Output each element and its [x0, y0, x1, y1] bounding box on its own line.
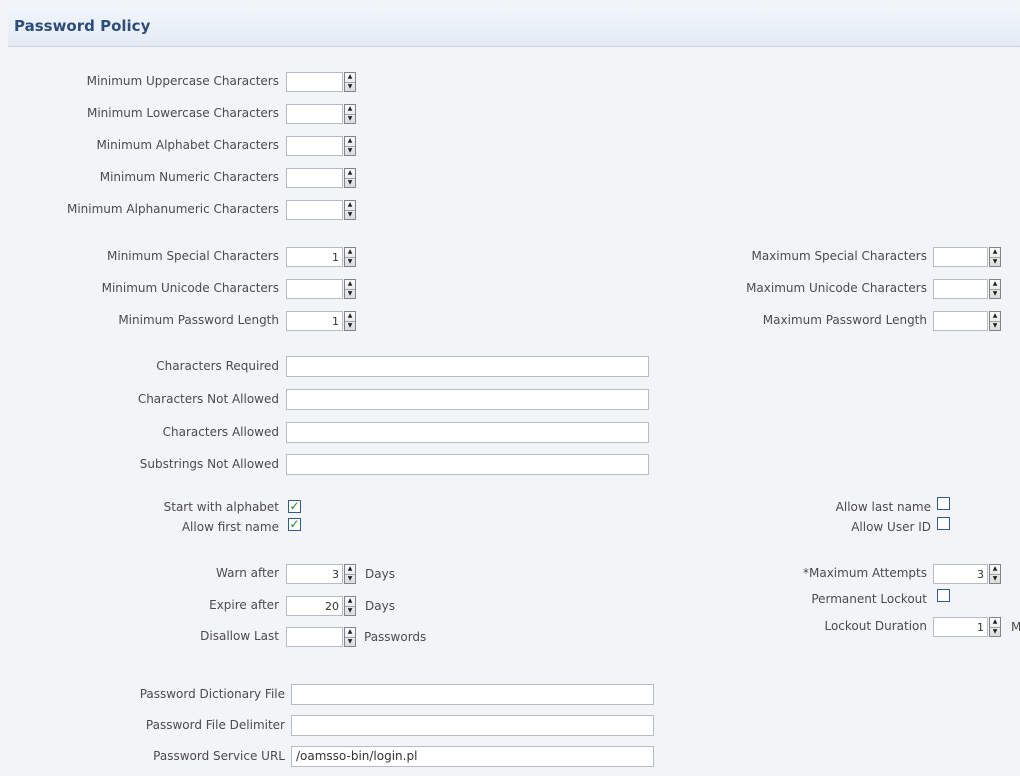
- spinner-arrows-icon[interactable]: ▲ ▼: [344, 136, 356, 156]
- warn-after-label: Warn after: [216, 566, 279, 580]
- min-numeric-label: Minimum Numeric Characters: [99, 170, 279, 184]
- allow-user-id-checkbox[interactable]: [937, 517, 950, 530]
- min-uppercase-input[interactable]: [286, 72, 343, 92]
- chars-not-allowed-input[interactable]: [286, 389, 649, 410]
- dictionary-file-label: Password Dictionary File: [139, 687, 285, 701]
- lockout-duration-stepper[interactable]: 1 ▲ ▼: [933, 617, 1001, 637]
- max-attempts-stepper[interactable]: 3 ▲ ▼: [933, 564, 1001, 584]
- spinner-arrows-icon[interactable]: ▲ ▼: [989, 279, 1001, 299]
- disallow-last-stepper[interactable]: ▲ ▼: [286, 627, 356, 647]
- warn-after-unit: Days: [365, 567, 395, 581]
- max-unicode-stepper[interactable]: ▲ ▼: [933, 279, 1001, 299]
- min-special-label: Minimum Special Characters: [107, 249, 279, 263]
- spinner-arrows-icon[interactable]: ▲ ▼: [344, 311, 356, 331]
- lockout-duration-label: Lockout Duration: [824, 619, 927, 633]
- min-lowercase-input[interactable]: [286, 104, 343, 124]
- spinner-arrows-icon[interactable]: ▲ ▼: [344, 564, 356, 584]
- chars-required-input[interactable]: [286, 356, 649, 377]
- expire-after-unit: Days: [365, 599, 395, 613]
- max-special-input[interactable]: [933, 247, 988, 267]
- chars-allowed-input[interactable]: [286, 422, 649, 443]
- permanent-lockout-checkbox[interactable]: [937, 589, 950, 602]
- disallow-last-input[interactable]: [286, 627, 343, 647]
- disallow-last-unit: Passwords: [364, 630, 427, 644]
- permanent-lockout-label: Permanent Lockout: [811, 592, 927, 606]
- min-uppercase-label: Minimum Uppercase Characters: [86, 74, 279, 88]
- checkmark-icon: ✓: [289, 499, 300, 513]
- spinner-arrows-icon[interactable]: ▲ ▼: [344, 72, 356, 92]
- min-alphabet-stepper[interactable]: ▲ ▼: [286, 136, 356, 156]
- start-with-alphabet-label: Start with alphabet: [163, 500, 279, 514]
- min-alphanumeric-input[interactable]: [286, 200, 343, 220]
- spinner-arrows-icon[interactable]: ▲ ▼: [344, 627, 356, 647]
- substrings-not-allowed-label: Substrings Not Allowed: [139, 457, 279, 471]
- allow-last-name-label: Allow last name: [835, 500, 931, 514]
- max-attempts-label: *Maximum Attempts: [803, 566, 927, 580]
- spinner-arrows-icon[interactable]: ▲ ▼: [989, 311, 1001, 331]
- warn-after-stepper[interactable]: 3 ▲ ▼: [286, 564, 356, 584]
- chars-allowed-label: Characters Allowed: [162, 425, 279, 439]
- min-length-label: Minimum Password Length: [118, 313, 279, 327]
- spinner-arrows-icon[interactable]: ▲ ▼: [344, 596, 356, 616]
- service-url-input[interactable]: /oamsso-bin/login.pl: [291, 746, 654, 767]
- spinner-arrows-icon[interactable]: ▲ ▼: [989, 247, 1001, 267]
- max-unicode-input[interactable]: [933, 279, 988, 299]
- min-alphanumeric-label: Minimum Alphanumeric Characters: [66, 202, 279, 216]
- min-length-stepper[interactable]: 1 ▲ ▼: [286, 311, 356, 331]
- section-header: Password Policy: [8, 6, 1020, 47]
- chars-not-allowed-label: Characters Not Allowed: [137, 392, 279, 406]
- spinner-arrows-icon[interactable]: ▲ ▼: [344, 168, 356, 188]
- min-unicode-label: Minimum Unicode Characters: [101, 281, 279, 295]
- substrings-not-allowed-input[interactable]: [286, 454, 649, 475]
- checkmark-icon: ✓: [289, 517, 300, 531]
- start-with-alphabet-checkbox[interactable]: ✓: [288, 500, 301, 513]
- expire-after-input[interactable]: 20: [286, 596, 343, 616]
- warn-after-input[interactable]: 3: [286, 564, 343, 584]
- max-length-input[interactable]: [933, 311, 988, 331]
- spinner-arrows-icon[interactable]: ▲ ▼: [989, 564, 1001, 584]
- max-length-stepper[interactable]: ▲ ▼: [933, 311, 1001, 331]
- service-url-label: Password Service URL: [153, 749, 285, 763]
- lockout-duration-input[interactable]: 1: [933, 617, 988, 637]
- allow-user-id-label: Allow User ID: [851, 520, 931, 534]
- max-length-label: Maximum Password Length: [762, 313, 927, 327]
- spinner-arrows-icon[interactable]: ▲ ▼: [344, 104, 356, 124]
- max-unicode-label: Maximum Unicode Characters: [746, 281, 927, 295]
- min-alphanumeric-stepper[interactable]: ▲ ▼: [286, 200, 356, 220]
- min-numeric-input[interactable]: [286, 168, 343, 188]
- disallow-last-label: Disallow Last: [200, 629, 279, 643]
- chars-required-label: Characters Required: [156, 359, 279, 373]
- spinner-arrows-icon[interactable]: ▲ ▼: [344, 279, 356, 299]
- spinner-arrows-icon[interactable]: ▲ ▼: [989, 617, 1001, 637]
- allow-first-name-checkbox[interactable]: ✓: [288, 518, 301, 531]
- min-alphabet-label: Minimum Alphabet Characters: [96, 138, 279, 152]
- min-uppercase-stepper[interactable]: ▲ ▼: [286, 72, 356, 92]
- max-special-label: Maximum Special Characters: [751, 249, 928, 263]
- min-special-stepper[interactable]: 1 ▲ ▼: [286, 247, 356, 267]
- min-unicode-stepper[interactable]: ▲ ▼: [286, 279, 356, 299]
- lockout-duration-unit: M: [1011, 620, 1020, 634]
- file-delimiter-input[interactable]: [291, 715, 654, 736]
- min-unicode-input[interactable]: [286, 279, 343, 299]
- min-special-input[interactable]: 1: [286, 247, 343, 267]
- page-title: Password Policy: [14, 17, 151, 35]
- file-delimiter-label: Password File Delimiter: [145, 718, 285, 732]
- max-special-stepper[interactable]: ▲ ▼: [933, 247, 1001, 267]
- expire-after-stepper[interactable]: 20 ▲ ▼: [286, 596, 356, 616]
- max-attempts-input[interactable]: 3: [933, 564, 988, 584]
- allow-first-name-label: Allow first name: [181, 520, 279, 534]
- min-lowercase-label: Minimum Lowercase Characters: [86, 106, 279, 120]
- min-length-input[interactable]: 1: [286, 311, 343, 331]
- min-lowercase-stepper[interactable]: ▲ ▼: [286, 104, 356, 124]
- spinner-arrows-icon[interactable]: ▲ ▼: [344, 247, 356, 267]
- min-alphabet-input[interactable]: [286, 136, 343, 156]
- spinner-arrows-icon[interactable]: ▲ ▼: [344, 200, 356, 220]
- max-attempts-text: Maximum Attempts: [809, 566, 927, 580]
- expire-after-label: Expire after: [209, 598, 279, 612]
- dictionary-file-input[interactable]: [291, 684, 654, 705]
- min-numeric-stepper[interactable]: ▲ ▼: [286, 168, 356, 188]
- allow-last-name-checkbox[interactable]: [937, 497, 950, 510]
